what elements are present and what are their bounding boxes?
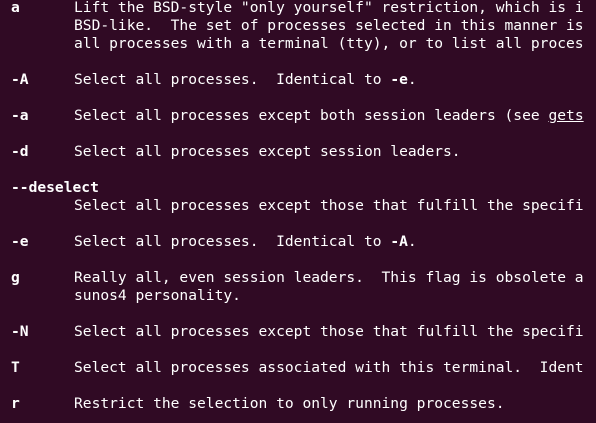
option-flag: a [11,0,20,16]
man-entry-A: -A Select all processes. Identical to -e. [11,71,417,89]
man-entry-d: -d Select all processes except session le… [11,143,461,161]
option-description: Select all processes. Identical to -e. [74,71,417,89]
man-entry-a: a Lift the BSD-style "only yourself" rest… [11,0,584,17]
man-entry-N: -N Select all processes except those that… [11,323,584,341]
description-text: Select all processes. Identical to [74,233,391,250]
option-description: Select all processes. Identical to -A. [74,233,417,251]
option-flag: -d [11,143,29,160]
description-text: Select all processes. Identical to [74,71,391,88]
description-text: . [407,71,417,88]
option-description: Select all processes except both session… [74,107,584,125]
option-flag: r [11,395,20,412]
option-flag: -A [11,71,29,88]
man-entry-deselect: --deselect [11,179,99,197]
option-flag: -a [11,107,29,124]
terminal-window[interactable]: a Lift the BSD-style "only yourself" rest… [0,0,596,423]
option-description: Select all processes except those that f… [74,323,584,340]
option-reference: -e [390,71,408,88]
option-description: Lift the BSD-style "only yourself" restr… [74,0,584,16]
option-description: BSD-like. The set of processes selected … [74,17,584,34]
man-entry-T: T Select all processes associated with th… [11,359,584,377]
option-description: Select all processes except those that f… [74,197,584,214]
option-description: Select all processes associated with thi… [74,359,584,376]
option-description: Really all, even session leaders. This f… [74,269,584,286]
option-flag: g [11,269,20,286]
option-flag: -e [11,233,29,250]
option-description: Select all processes except session lead… [74,143,461,160]
option-flag: T [11,359,20,376]
option-description: all processes with a terminal (tty), or … [74,35,584,52]
description-text: Select all processes except both session… [74,107,549,124]
option-description: sunos4 personality. [74,287,241,304]
option-flag: -N [11,323,29,340]
man-entry-e: -e Select all processes. Identical to -A. [11,233,417,251]
option-reference: -A [390,233,408,250]
man-page-link[interactable]: gets [548,107,583,124]
man-entry-a-lower: -a Select all processes except both sessi… [11,107,584,125]
option-flag: --deselect [11,179,99,196]
description-text: . [407,233,417,250]
option-description: Restrict the selection to only running p… [74,395,505,412]
man-entry-g: g Really all, even session leaders. This … [11,269,584,287]
man-entry-r: r Restrict the selection to only running … [11,395,505,413]
